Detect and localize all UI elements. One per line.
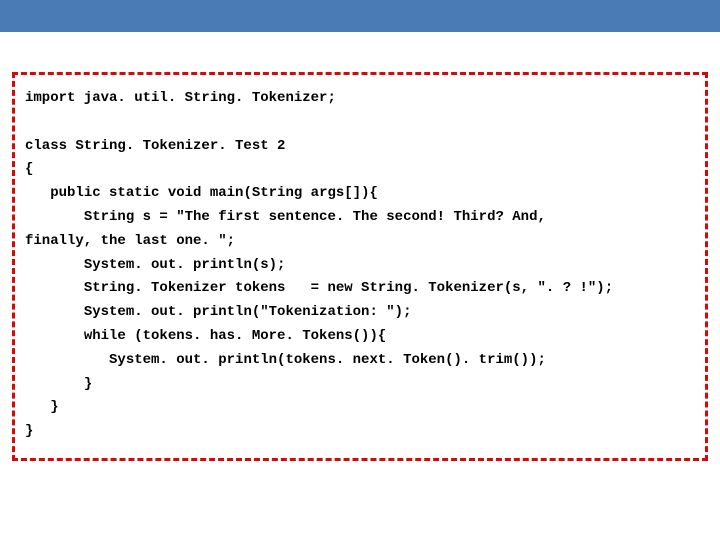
code-text: import java. util. String. Tokenizer; cl… <box>25 90 613 439</box>
header-bar <box>0 0 720 32</box>
code-block: import java. util. String. Tokenizer; cl… <box>12 72 708 461</box>
